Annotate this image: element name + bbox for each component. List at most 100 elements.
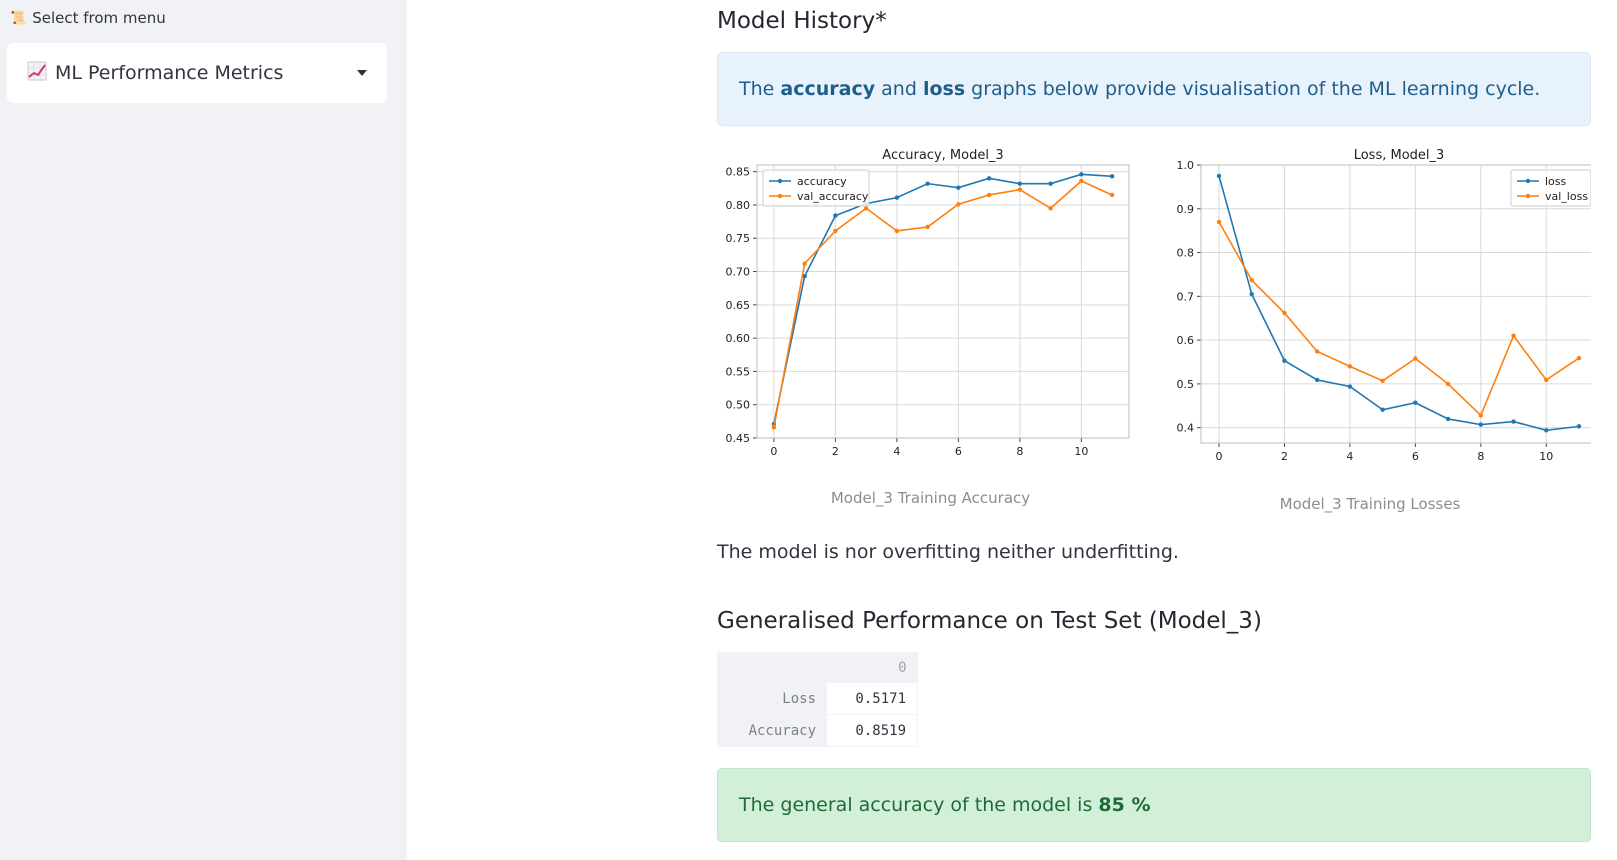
data-point-accuracy <box>1109 174 1115 179</box>
data-point-val_loss <box>1282 310 1287 316</box>
data-point-val_loss <box>1380 378 1385 384</box>
data-point-val_loss <box>1511 333 1516 338</box>
row-label-accuracy: Accuracy <box>717 714 827 747</box>
x-tick-label: 6 <box>1412 450 1419 463</box>
series-line-val_accuracy <box>773 180 1113 428</box>
y-tick-label: 0.70 <box>726 266 751 279</box>
data-point-val_accuracy <box>986 192 992 198</box>
fit-text: The model is nor overfitting neither und… <box>717 541 1179 563</box>
x-tick-label: 2 <box>1281 450 1288 463</box>
data-point-val_accuracy <box>833 228 838 234</box>
y-tick-label: 0.8 <box>1177 247 1195 260</box>
accuracy-chart: Accuracy, Model_3 0 2 4 6 8 10 0.45 0.50 0.55 0.60… <box>717 145 1142 475</box>
scroll-icon: 📜 <box>10 10 27 26</box>
data-point-accuracy <box>833 213 838 218</box>
data-point-val_accuracy <box>863 206 869 211</box>
data-point-val_loss <box>1216 219 1222 225</box>
y-tick-label: 0.85 <box>726 166 751 179</box>
series-line-val_loss <box>1218 221 1580 417</box>
y-tick-label: 0.4 <box>1177 422 1195 435</box>
table-column-header: 0 <box>827 652 918 683</box>
data-point-val_accuracy <box>956 202 961 207</box>
data-point-val_accuracy <box>1079 178 1084 184</box>
data-point-val_loss <box>1249 277 1254 283</box>
table-row: Accuracy 0.8519 <box>717 714 918 747</box>
chevron-down-icon[interactable] <box>357 70 367 76</box>
data-point-accuracy <box>894 195 900 200</box>
y-tick-label: 0.65 <box>726 299 751 312</box>
info-alert: The accuracy and loss graphs below provi… <box>717 52 1591 126</box>
plot-frame <box>1200 164 1591 444</box>
y-tick-label: 0.60 <box>726 332 751 345</box>
y-tick-label: 0.75 <box>726 232 751 245</box>
x-tick-label: 4 <box>893 445 900 458</box>
row-value-accuracy: 0.8519 <box>827 714 918 747</box>
y-tick-label: 0.6 <box>1177 334 1195 347</box>
data-point-accuracy <box>1017 181 1023 186</box>
x-tick-label: 0 <box>770 445 777 458</box>
data-point-val_accuracy <box>1109 192 1115 198</box>
accuracy-chart-caption: Model_3 Training Accuracy <box>830 489 1031 507</box>
legend-marker-loss <box>1525 178 1531 184</box>
data-point-loss <box>1445 416 1451 422</box>
data-point-loss <box>1282 358 1287 363</box>
y-tick-label: 0.55 <box>726 365 751 378</box>
data-point-loss <box>1413 400 1418 405</box>
loss-chart: Loss, Model_3 0 2 4 6 8 10 0.4 0.5 0.6 0.7 0.8 0.9 1.… <box>1149 145 1591 475</box>
series-line-accuracy <box>773 173 1113 425</box>
legend-label-val_loss: val_loss <box>1545 190 1588 203</box>
data-point-accuracy <box>986 176 992 181</box>
legend-label-val_accuracy: val_accuracy <box>797 190 869 203</box>
legend-label-loss: loss <box>1545 175 1567 188</box>
performance-heading: Generalised Performance on Test Set (Mod… <box>717 608 1262 634</box>
success-alert: The general accuracy of the model is 85 … <box>717 768 1591 842</box>
legend-marker-val_loss <box>1525 193 1531 199</box>
x-tick-label: 2 <box>832 445 839 458</box>
x-tick-label: 6 <box>955 445 962 458</box>
data-point-val_accuracy <box>1017 187 1023 192</box>
data-point-val_loss <box>1413 356 1418 361</box>
table-index-header <box>717 652 827 683</box>
data-point-val_accuracy <box>802 261 807 266</box>
y-tick-label: 0.9 <box>1177 203 1195 216</box>
sidebar-label-text: Select from menu <box>32 9 166 27</box>
data-point-val_accuracy <box>925 224 930 230</box>
data-point-val_loss <box>1544 377 1549 383</box>
y-tick-label: 0.45 <box>726 432 751 445</box>
legend-marker-accuracy <box>777 178 783 184</box>
chart-increasing-icon <box>27 61 47 86</box>
menu-select-value: ML Performance Metrics <box>55 62 284 84</box>
sidebar-label: 📜 Select from menu <box>10 9 166 27</box>
table-header-row: 0 <box>717 652 918 683</box>
legend-marker-val_accuracy <box>777 193 783 199</box>
data-point-loss <box>1216 173 1222 179</box>
data-point-loss <box>1511 419 1516 424</box>
data-point-accuracy <box>956 185 961 190</box>
y-tick-label: 0.50 <box>726 399 751 412</box>
x-tick-label: 10 <box>1074 445 1088 458</box>
y-tick-label: 0.80 <box>726 199 751 212</box>
menu-select[interactable]: ML Performance Metrics <box>7 43 387 103</box>
data-point-loss <box>1314 377 1320 383</box>
y-tick-label: 0.7 <box>1177 290 1195 303</box>
data-point-val_loss <box>1576 355 1582 361</box>
data-point-loss <box>1576 424 1582 429</box>
performance-table: 0 Loss 0.5171 Accuracy 0.8519 <box>717 652 918 747</box>
data-point-loss <box>1478 422 1484 427</box>
x-tick-label: 0 <box>1216 450 1223 463</box>
chart-title: Accuracy, Model_3 <box>882 148 1003 163</box>
data-point-loss <box>1249 291 1254 297</box>
model-history-heading: Model History* <box>717 8 887 34</box>
data-point-loss <box>1544 428 1549 433</box>
info-text: The accuracy and loss graphs below provi… <box>739 78 1541 100</box>
data-point-val_accuracy <box>1048 206 1053 211</box>
data-point-val_loss <box>1445 381 1451 387</box>
data-point-accuracy <box>1079 172 1084 177</box>
data-point-val_loss <box>1478 413 1484 418</box>
data-point-val_loss <box>1314 349 1320 354</box>
loss-chart-caption: Model_3 Training Losses <box>1279 495 1461 513</box>
y-tick-label: 1.0 <box>1177 159 1195 172</box>
x-tick-label: 4 <box>1346 450 1353 463</box>
data-point-accuracy <box>925 181 930 186</box>
legend-label-accuracy: accuracy <box>797 175 847 188</box>
